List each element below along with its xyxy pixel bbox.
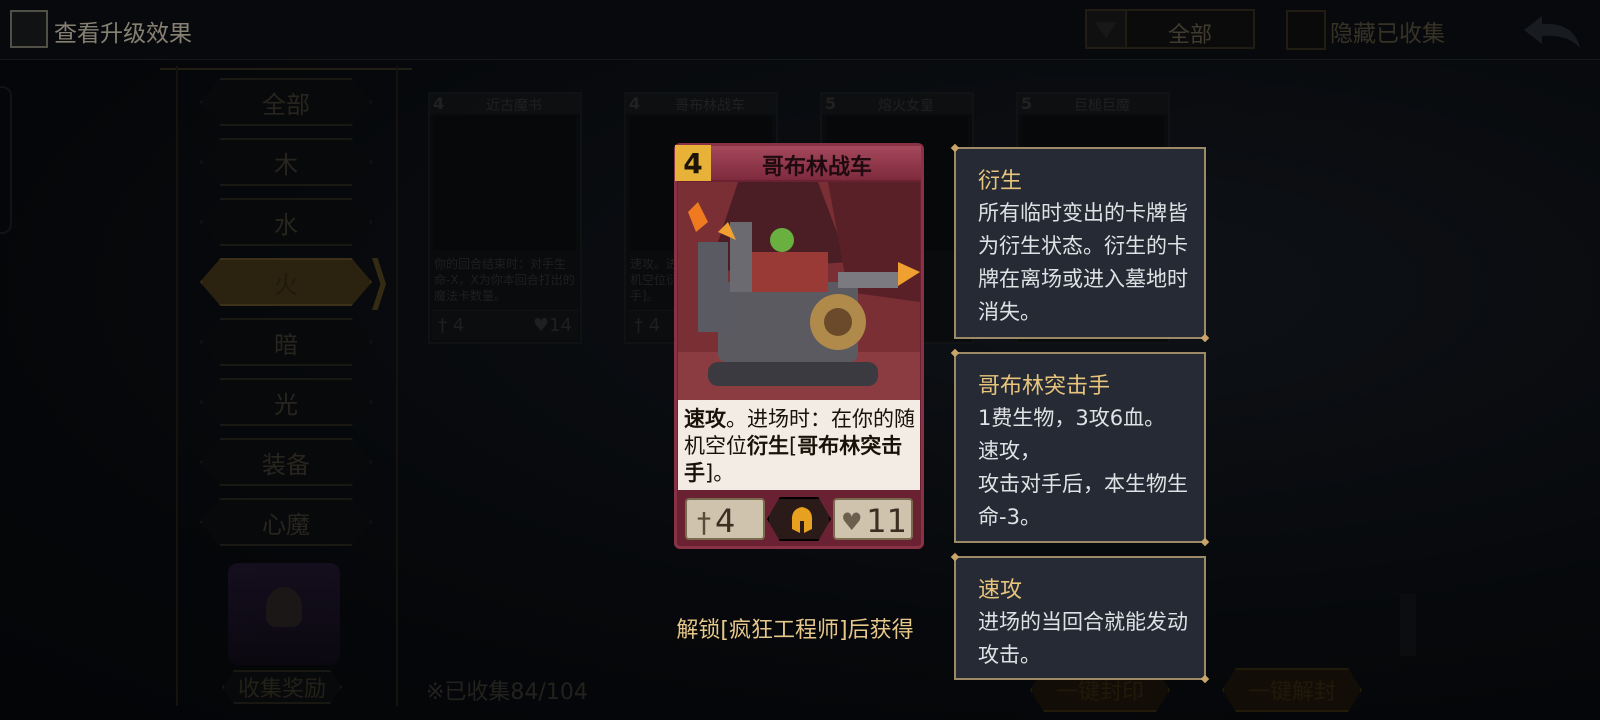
- card-description-box: 速攻。进场时：在你的随机空位衍生[哥布林突击手]。: [678, 400, 920, 490]
- card-detail: 4 哥布林战车 速攻。进场时：在你的随机空位衍生[哥布林突击手]。 † 4 ♥ …: [674, 143, 924, 549]
- unlock-condition: 解锁[疯狂工程师]后获得: [676, 618, 914, 643]
- collection-screen: 查看升级效果 全部 隐藏已收集 全部 木 水 火 暗 光 装备 心魔 收集奖励 …: [0, 0, 1600, 720]
- keyword-tooltip-derive: 衍生 所有临时变出的卡牌皆为衍生状态。衍生的卡牌在离场或进入墓地时消失。: [954, 147, 1206, 339]
- tooltip-line: 攻击对手后，本生物生命-3。: [978, 472, 1188, 529]
- tooltip-title: 速攻: [978, 578, 1023, 603]
- card-title: 哥布林战车: [761, 155, 872, 180]
- dagger-icon: †: [697, 506, 711, 539]
- keyword-tooltip-haste: 速攻 进场的当回合就能发动攻击。: [954, 556, 1206, 680]
- tooltip-title: 哥布林突击手: [978, 374, 1111, 399]
- tooltip-line: 1费生物，3攻6血。: [978, 406, 1166, 430]
- heart-icon: ♥: [841, 508, 863, 536]
- tooltip-body: 进场的当回合就能发动攻击。: [978, 610, 1188, 667]
- helmet-icon: [791, 507, 813, 533]
- tooltip-line: 速攻，: [978, 439, 1041, 463]
- keyword-tooltip-goblin-raider: 哥布林突击手 1费生物，3攻6血。 速攻， 攻击对手后，本生物生命-3。: [954, 352, 1206, 543]
- health-value: 11: [866, 502, 907, 540]
- tooltip-title: 衍生: [978, 169, 1023, 194]
- card-title-bar: 4 哥布林战车: [675, 145, 921, 181]
- card-description: 速攻。进场时：在你的随机空位衍生[哥布林突击手]。: [684, 407, 915, 485]
- goblin-tank-artwork: [678, 182, 920, 400]
- card-cost-badge: 4: [675, 145, 711, 181]
- attack-value: 4: [715, 502, 736, 540]
- tooltip-body: 所有临时变出的卡牌皆为衍生状态。衍生的卡牌在离场或进入墓地时消失。: [978, 201, 1188, 324]
- tooltip-body: 1费生物，3攻6血。 速攻， 攻击对手后，本生物生命-3。: [978, 402, 1192, 534]
- card-stats-bar: † 4 ♥ 11: [681, 495, 917, 543]
- attack-box: † 4: [685, 498, 765, 540]
- health-box: ♥ 11: [833, 498, 913, 540]
- class-badge: [767, 497, 831, 541]
